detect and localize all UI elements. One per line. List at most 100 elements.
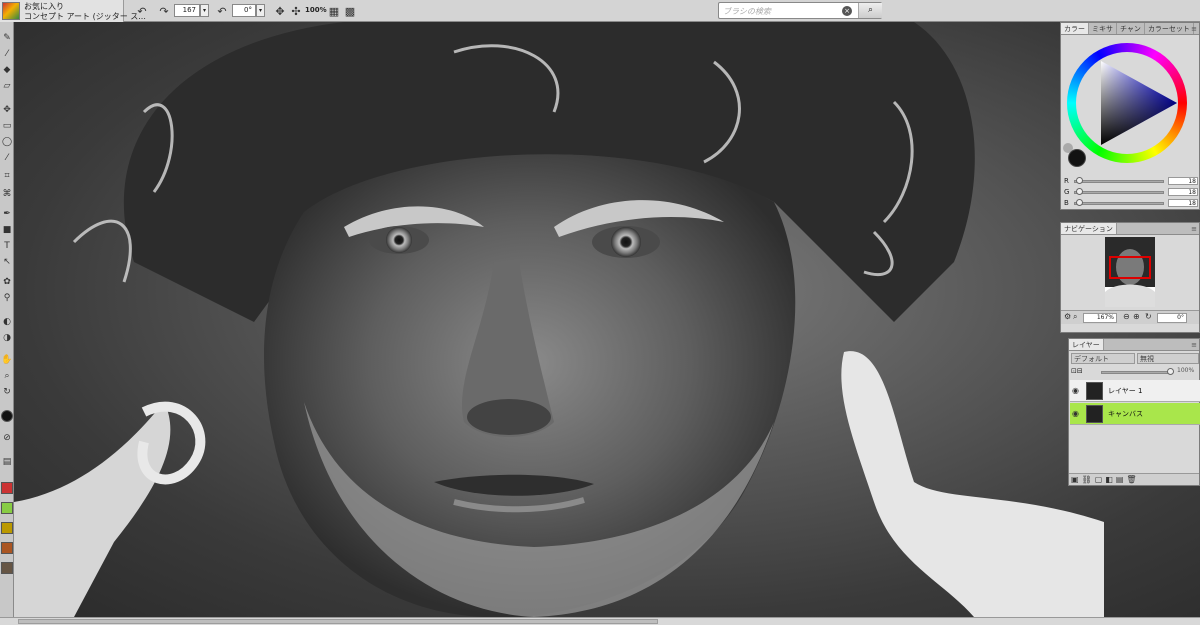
lasso-icon[interactable]: ◯ — [1, 136, 13, 148]
mixer-icon[interactable]: ⊘ — [1, 432, 13, 444]
rubber-stamp-icon[interactable]: ⚲ — [1, 292, 13, 304]
panel-menu-icon[interactable]: ≡ — [1191, 225, 1197, 233]
green-value-field[interactable]: 18 — [1168, 188, 1198, 196]
tab-color[interactable]: カラー — [1061, 23, 1089, 34]
weaving-swatch[interactable] — [1, 522, 13, 534]
saturation-value-triangle[interactable] — [1099, 61, 1179, 145]
brush-search[interactable]: ブラシの検索 × ⌕ — [718, 2, 882, 19]
brush-thumbnail — [2, 2, 20, 20]
zoom-out-icon[interactable]: ⊖ — [1123, 312, 1130, 321]
layer-row-canvas[interactable]: ◉ キャンバス — [1070, 403, 1200, 425]
rect-select-icon[interactable]: ▭ — [1, 120, 13, 132]
pattern-swatch[interactable] — [1, 482, 13, 494]
dodge-icon[interactable]: ◐ — [1, 316, 13, 328]
green-slider-knob[interactable] — [1076, 188, 1083, 195]
blue-value-field[interactable]: 18 — [1168, 199, 1198, 207]
layer-row-layer-1[interactable]: ◉ レイヤー 1 — [1070, 380, 1200, 402]
layer-commands: ▣ ⛓ ▢ ◧ ▤ 🗑 — [1069, 473, 1199, 485]
crop-icon[interactable]: ⌗ — [1, 170, 13, 182]
rotation-field[interactable]: 0° — [1157, 313, 1187, 323]
search-input[interactable]: ブラシの検索 — [723, 6, 771, 17]
panel-menu-icon[interactable]: ≡ — [1191, 25, 1197, 33]
look-swatch[interactable] — [1, 542, 13, 554]
red-slider[interactable] — [1074, 180, 1164, 183]
rotation-a-field[interactable]: 167 — [174, 4, 200, 17]
paint-bucket-icon[interactable]: ◆ — [1, 64, 13, 76]
panel-menu-icon[interactable]: ≡ — [1191, 341, 1197, 349]
tab-channels[interactable]: チャン — [1117, 23, 1145, 34]
opacity-slider[interactable] — [1101, 371, 1171, 374]
clear-search-icon[interactable]: × — [842, 6, 852, 16]
layer-attributes-icon[interactable]: ▣ — [1071, 474, 1079, 485]
zoom-100-button[interactable]: 100% — [305, 6, 327, 14]
horizontal-scrollbar[interactable] — [0, 617, 1200, 625]
grabber-icon[interactable]: ✋ — [1, 354, 13, 366]
group-icon[interactable]: ▢ — [1095, 474, 1103, 485]
navigator-preview[interactable] — [1105, 237, 1155, 307]
rotate-icon[interactable]: ↻ — [1145, 312, 1152, 321]
transform-icon[interactable]: ⌘ — [1, 188, 13, 200]
mask-icon[interactable]: ◧ — [1105, 474, 1113, 485]
zoom-in-icon[interactable]: ⊕ — [1133, 312, 1140, 321]
tab-color-sets[interactable]: カラーセット — [1145, 23, 1194, 34]
visibility-eye-icon[interactable]: ◉ — [1072, 386, 1079, 395]
lock-icon[interactable]: ⊡⊟ — [1071, 367, 1083, 375]
text-tool-icon[interactable]: T — [1, 240, 13, 252]
eraser-tool-icon[interactable]: ▱ — [1, 80, 13, 92]
zoom-field[interactable]: 167% — [1083, 313, 1117, 323]
blend-mode-dropdown[interactable]: 無視 — [1137, 353, 1199, 364]
opacity-value[interactable]: 100% — [1177, 367, 1194, 374]
shape-select-icon[interactable]: ↖ — [1, 256, 13, 268]
rotation-a-dropdown[interactable]: ▾ — [200, 4, 209, 17]
visibility-eye-icon[interactable]: ◉ — [1072, 409, 1079, 418]
link-icon[interactable]: ⛓ — [1082, 474, 1092, 485]
view-rectangle[interactable] — [1109, 256, 1151, 279]
layers-tabs: レイヤー — [1069, 339, 1199, 351]
magnifier-icon[interactable]: ⌕ — [1, 370, 13, 382]
tab-mixer[interactable]: ミキサ — [1089, 23, 1117, 34]
settings-icon[interactable]: ⚙ — [1064, 312, 1071, 321]
main-color-swatch[interactable] — [1, 410, 13, 422]
tab-navigator[interactable]: ナビゲーション — [1061, 223, 1117, 234]
layer-adjust-icon[interactable]: ✥ — [1, 104, 13, 116]
rotate-reset-icon[interactable]: ↶ — [134, 3, 150, 19]
nozzle-swatch[interactable] — [1, 562, 13, 574]
blue-slider-row: B 18 — [1064, 199, 1198, 208]
color-panel: カラー ミキサ チャン カラーセット ≡ R 18 G 18 B 18 — [1060, 22, 1200, 210]
opacity-knob[interactable] — [1167, 368, 1174, 375]
trash-icon[interactable]: 🗑 — [1126, 474, 1136, 485]
search-icon[interactable]: ⌕ — [858, 3, 882, 18]
cloner-icon[interactable]: ✿ — [1, 276, 13, 288]
scroll-thumb[interactable] — [18, 619, 658, 624]
center-icon[interactable]: ✣ — [288, 3, 304, 19]
pen-icon[interactable]: ✒ — [1, 208, 13, 220]
new-layer-icon[interactable]: ▤ — [1116, 474, 1124, 485]
painting-canvas[interactable] — [14, 22, 1200, 617]
rotate-right-icon[interactable]: ↶ — [214, 3, 230, 19]
red-slider-knob[interactable] — [1076, 177, 1083, 184]
fit-screen-icon[interactable]: ▦ — [326, 3, 342, 19]
rotation-b-dropdown[interactable]: ▾ — [256, 4, 265, 17]
main-color-indicator[interactable] — [1068, 149, 1086, 167]
blue-slider-knob[interactable] — [1076, 199, 1083, 206]
flip-icon[interactable]: ▩ — [342, 3, 358, 19]
green-slider[interactable] — [1074, 191, 1164, 194]
zoom-icon[interactable]: ⌕ — [1073, 312, 1077, 322]
layer-options-row: デフォルト 無視 — [1071, 353, 1199, 365]
rotate-left-icon[interactable]: ↷ — [156, 3, 172, 19]
burn-icon[interactable]: ◑ — [1, 332, 13, 344]
red-value-field[interactable]: 18 — [1168, 177, 1198, 185]
shape-icon[interactable]: ■ — [1, 224, 13, 236]
favorites-brush[interactable]: お気に入り コンセプト アート (ジッター ス... — [0, 0, 146, 22]
composite-method-dropdown[interactable]: デフォルト — [1071, 353, 1135, 364]
paper-icon[interactable]: ▤ — [1, 456, 13, 468]
tab-layers[interactable]: レイヤー — [1069, 339, 1104, 350]
rotate-page-icon[interactable]: ↻ — [1, 386, 13, 398]
rotation-b-field[interactable]: 0° — [232, 4, 256, 17]
dropper-tool-icon[interactable]: ⁄ — [1, 48, 13, 60]
brush-tool-icon[interactable]: ✎ — [1, 32, 13, 44]
gradient-swatch[interactable] — [1, 502, 13, 514]
magic-wand-icon[interactable]: ⁄ — [1, 152, 13, 164]
blue-slider[interactable] — [1074, 202, 1164, 205]
pan-icon[interactable]: ✥ — [272, 3, 288, 19]
